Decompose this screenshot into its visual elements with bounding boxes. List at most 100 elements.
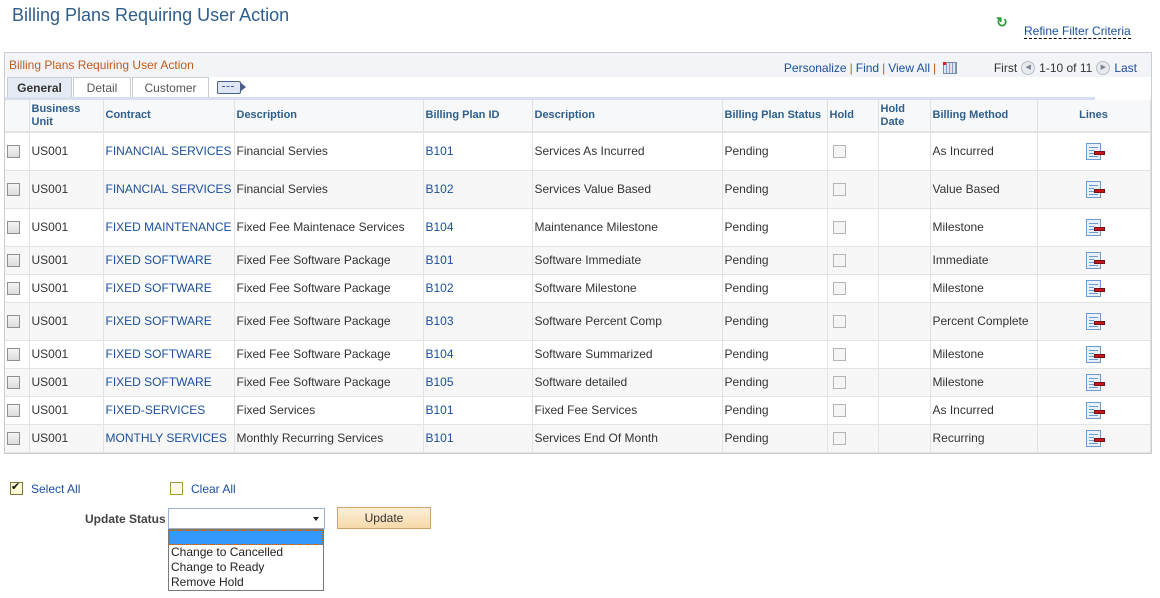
contract-link[interactable]: FIXED SOFTWARE [106,375,212,389]
download-spreadsheet-icon[interactable] [943,61,958,74]
refine-filter-criteria-link[interactable]: Refine Filter Criteria [1024,24,1131,39]
billing-plan-id-link[interactable]: B104 [426,347,454,361]
col-hold-date[interactable]: Hold Date [878,100,931,133]
billing-lines-icon[interactable] [1086,180,1105,198]
last-link[interactable]: Last [1114,61,1137,75]
contract-cell: FIXED-SERVICES [103,396,235,425]
col-plan-description[interactable]: Description [532,100,723,133]
col-contract[interactable]: Contract [103,100,235,133]
contract-link[interactable]: FINANCIAL SERVICES [106,144,232,158]
billing-method-cell: As Incurred [930,132,1038,171]
table-row: US001 FIXED SOFTWARE Fixed Fee Software Pa… [5,246,1151,275]
select-all-link[interactable]: Select All [31,482,80,496]
billing-method-cell: Milestone [930,368,1038,397]
view-all-link[interactable]: View All [888,61,930,75]
billing-plan-id-link[interactable]: B101 [426,403,454,417]
personalize-link[interactable]: Personalize [784,61,847,75]
billing-plan-id-cell: B102 [423,274,533,303]
billing-plan-id-cell: B101 [423,396,533,425]
billing-lines-icon[interactable] [1086,345,1105,363]
plan-description-cell: Services Value Based [532,170,723,209]
contract-link[interactable]: FINANCIAL SERVICES [106,182,232,196]
hold-date-cell [878,368,931,397]
contract-link[interactable]: FIXED SOFTWARE [106,314,212,328]
hold-cell [827,246,879,275]
billing-plan-id-link[interactable]: B101 [426,253,454,267]
contract-link[interactable]: FIXED SOFTWARE [106,281,212,295]
billing-lines-icon[interactable] [1086,373,1105,391]
row-select-cell [5,368,30,397]
table-row: US001 FIXED-SERVICES Fixed Services B101 Fix… [5,396,1151,425]
col-billing-plan-status[interactable]: Billing Plan Status [722,100,828,133]
row-select-checkbox[interactable] [7,221,20,235]
clear-all-link[interactable]: Clear All [191,482,236,496]
dropdown-option-remove-hold[interactable]: Remove Hold [169,575,323,590]
billing-lines-icon[interactable] [1086,251,1105,269]
contract-link[interactable]: FIXED SOFTWARE [106,347,212,361]
find-link[interactable]: Find [856,61,879,75]
page-title: Billing Plans Requiring User Action [12,5,290,25]
business-unit-cell: US001 [29,302,104,341]
col-billing-plan-id[interactable]: Billing Plan ID [423,100,533,133]
contract-link[interactable]: FIXED MAINTENANCE [106,220,232,234]
previous-page-icon[interactable]: ◀ [1021,60,1036,75]
dropdown-option-change-to-cancelled[interactable]: Change to Cancelled [169,545,323,560]
row-select-checkbox[interactable] [7,432,20,446]
row-select-checkbox[interactable] [7,404,20,418]
row-select-checkbox[interactable] [7,183,20,197]
row-select-checkbox[interactable] [7,145,20,159]
row-select-checkbox[interactable] [7,376,20,390]
contract-description-cell: Fixed Fee Software Package [234,274,424,303]
dropdown-option-blank[interactable] [169,530,323,545]
billing-plan-id-link[interactable]: B104 [426,220,454,234]
next-page-icon[interactable]: ▶ [1096,60,1111,75]
contract-description-cell: Fixed Fee Maintenace Services [234,208,424,247]
billing-method-cell: As Incurred [930,396,1038,425]
clear-all[interactable]: Clear All [170,481,236,496]
hold-date-cell [878,132,931,171]
col-business-unit[interactable]: Business Unit [29,100,104,133]
billing-lines-icon[interactable] [1086,279,1105,297]
refresh-icon[interactable]: ↻ [996,14,1008,31]
billing-plan-id-link[interactable]: B102 [426,281,454,295]
billing-plan-id-link[interactable]: B101 [426,431,454,445]
select-all[interactable]: Select All [10,480,80,496]
billing-plan-id-link[interactable]: B101 [426,144,454,158]
tab-detail[interactable]: Detail [73,77,131,97]
clear-all-checkbox[interactable] [170,482,183,496]
update-button[interactable]: Update [337,507,431,529]
billing-plans-table: Business Unit Contract Description Billi… [5,100,1151,453]
hold-checkbox [832,348,846,362]
billing-lines-icon[interactable] [1086,218,1105,236]
first-label: First [993,60,1018,75]
show-all-columns-icon[interactable] [217,81,246,94]
hold-checkbox [832,376,846,390]
col-billing-method[interactable]: Billing Method [930,100,1038,133]
billing-lines-icon[interactable] [1086,142,1105,160]
billing-lines-icon[interactable] [1086,429,1105,447]
row-select-cell [5,274,30,303]
row-select-checkbox[interactable] [7,315,20,329]
billing-plan-id-link[interactable]: B105 [426,375,454,389]
contract-link[interactable]: MONTHLY SERVICES [106,431,227,445]
row-select-cell [5,132,30,171]
row-select-checkbox[interactable] [7,282,20,296]
row-select-checkbox[interactable] [7,348,20,362]
tab-customer[interactable]: Customer [132,77,209,97]
select-all-checkbox[interactable] [10,480,23,496]
dropdown-option-change-to-ready[interactable]: Change to Ready [169,560,323,575]
tab-general[interactable]: General [7,77,72,97]
billing-plan-id-link[interactable]: B102 [426,182,454,196]
billing-plan-id-cell: B105 [423,368,533,397]
contract-link[interactable]: FIXED-SERVICES [106,403,206,417]
row-select-checkbox[interactable] [7,254,20,268]
col-contract-description[interactable]: Description [234,100,424,133]
status-cell: Pending [722,424,828,453]
col-hold[interactable]: Hold [827,100,879,133]
contract-link[interactable]: FIXED SOFTWARE [106,253,212,267]
contract-description-cell: Fixed Fee Software Package [234,368,424,397]
billing-plan-id-link[interactable]: B103 [426,314,454,328]
billing-lines-icon[interactable] [1086,312,1105,330]
billing-lines-icon[interactable] [1086,401,1105,419]
update-status-select[interactable] [168,508,325,529]
